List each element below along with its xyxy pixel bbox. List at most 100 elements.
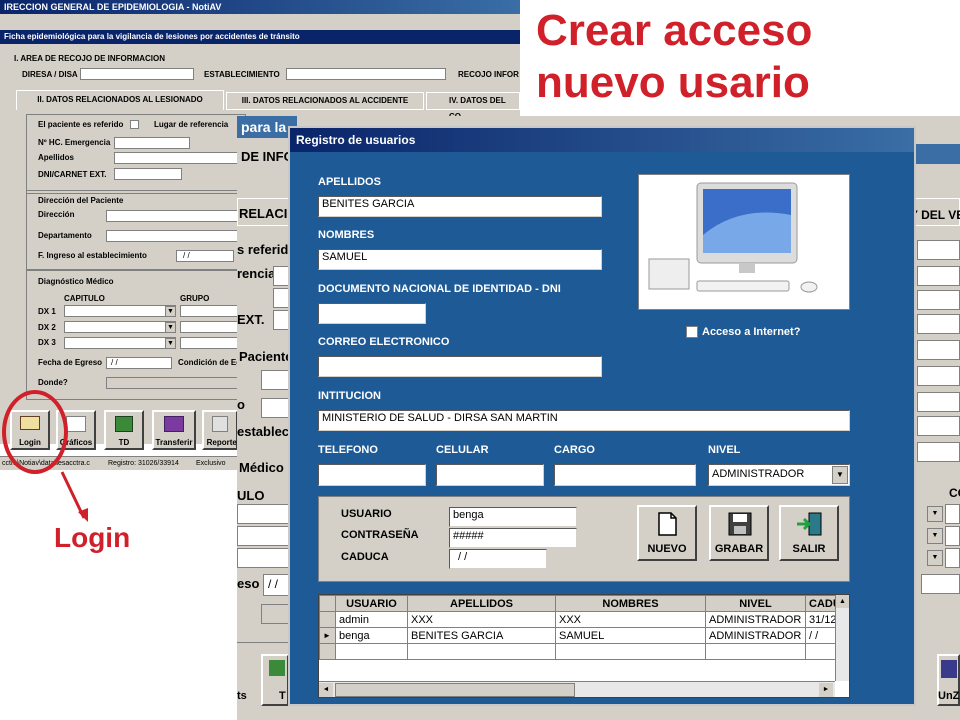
field-fragment[interactable] (237, 548, 289, 568)
scroll-thumb[interactable] (335, 683, 575, 697)
internet-checkbox[interactable] (686, 326, 698, 338)
dx2-grupo-select[interactable] (180, 321, 240, 333)
direccion-input[interactable] (106, 210, 238, 222)
table-row[interactable] (319, 643, 836, 660)
telefono-input[interactable] (318, 464, 426, 486)
field-fragment[interactable] (237, 526, 289, 546)
cell[interactable]: 31/12 (805, 611, 836, 628)
egreso-input-fragment[interactable]: / / (263, 574, 289, 596)
usuario-input[interactable]: benga (449, 507, 577, 527)
field-fragment[interactable] (237, 504, 289, 524)
cell[interactable]: BENITES GARCIA (407, 627, 556, 644)
cell[interactable]: SAMUEL (555, 627, 706, 644)
scroll-up-icon[interactable]: ▲ (836, 595, 849, 608)
cell[interactable]: benga (335, 627, 408, 644)
donde-input[interactable] (106, 377, 240, 389)
chevron-down-icon[interactable]: ▼ (927, 550, 943, 566)
hc-input[interactable] (114, 137, 190, 149)
scroll-left-icon[interactable]: ◄ (319, 683, 333, 697)
field-fragment[interactable] (917, 416, 960, 436)
field-fragment[interactable] (917, 266, 960, 286)
field-fragment[interactable] (917, 290, 960, 310)
apellidos-input[interactable]: BENITES GARCIA (318, 196, 602, 217)
column-header[interactable]: APELLIDOS (407, 595, 556, 612)
fecha-egreso-input[interactable]: / / (106, 357, 172, 369)
cell[interactable] (705, 643, 806, 660)
salir-button[interactable]: SALIR (779, 505, 839, 561)
field-fragment[interactable] (917, 442, 960, 462)
establecimiento-input[interactable] (286, 68, 446, 80)
cell[interactable] (407, 643, 556, 660)
contrasena-input[interactable]: ##### (449, 528, 577, 548)
field-fragment[interactable] (261, 604, 289, 624)
cell[interactable] (555, 643, 706, 660)
field-fragment[interactable] (917, 392, 960, 412)
field-fragment[interactable] (273, 266, 289, 286)
field-fragment[interactable] (945, 548, 960, 568)
nivel-select[interactable]: ADMINISTRADOR (708, 464, 850, 486)
nuevo-button[interactable]: NUEVO (637, 505, 697, 561)
chevron-down-icon[interactable]: ▼ (832, 466, 848, 484)
field-fragment[interactable] (917, 240, 960, 260)
dx3-grupo-select[interactable] (180, 337, 240, 349)
field-fragment[interactable] (921, 574, 960, 594)
celular-input[interactable] (436, 464, 544, 486)
dx3-capitulo-select[interactable] (64, 337, 176, 349)
field-fragment[interactable] (917, 314, 960, 334)
horizontal-scrollbar[interactable]: ◄ ► (319, 681, 835, 697)
reportes-button[interactable]: Reportes (202, 410, 241, 450)
cell[interactable]: XXX (555, 611, 706, 628)
chevron-down-icon[interactable]: ▼ (165, 322, 176, 333)
row-selector[interactable] (319, 611, 336, 628)
caduca-input[interactable]: / / (449, 549, 547, 569)
dni-input[interactable] (114, 168, 182, 180)
table-row[interactable]: ► benga BENITES GARCIA SAMUEL ADMINISTRA… (319, 627, 836, 644)
table-row[interactable]: admin XXX XXX ADMINISTRADOR 31/12 (319, 611, 836, 628)
dx1-capitulo-select[interactable] (64, 305, 176, 317)
field-fragment[interactable] (261, 398, 289, 418)
td-button-fragment[interactable]: T (261, 654, 289, 706)
dni-input[interactable] (318, 303, 426, 324)
field-fragment[interactable] (273, 310, 289, 330)
transferir-button[interactable]: Transferir (152, 410, 196, 450)
current-row-indicator-icon[interactable]: ► (319, 627, 336, 644)
diresa-input[interactable] (80, 68, 194, 80)
column-header[interactable]: NIVEL (705, 595, 806, 612)
field-fragment[interactable] (273, 288, 289, 308)
field-fragment[interactable] (917, 366, 960, 386)
chevron-down-icon[interactable]: ▼ (165, 338, 176, 349)
cell[interactable] (805, 643, 836, 660)
chevron-down-icon[interactable]: ▼ (165, 306, 176, 317)
cell[interactable] (335, 643, 408, 660)
cell[interactable]: ADMINISTRADOR (705, 627, 806, 644)
chevron-down-icon[interactable]: ▼ (927, 528, 943, 544)
nombres-input[interactable]: SAMUEL (318, 249, 602, 270)
departamento-select[interactable] (106, 230, 238, 242)
cell[interactable]: XXX (407, 611, 556, 628)
td-button[interactable]: TD (104, 410, 144, 450)
apellidos-input[interactable] (114, 152, 238, 164)
row-selector[interactable] (319, 643, 336, 660)
column-header[interactable]: USUARIO (335, 595, 408, 612)
field-fragment[interactable] (917, 340, 960, 360)
tab-co[interactable]: IV. DATOS DEL CO (426, 92, 520, 121)
chevron-down-icon[interactable]: ▼ (927, 506, 943, 522)
cell[interactable]: admin (335, 611, 408, 628)
dx1-grupo-select[interactable] (180, 305, 240, 317)
correo-input[interactable] (318, 356, 602, 377)
column-header[interactable]: CADU (805, 595, 836, 612)
grabar-button[interactable]: GRABAR (709, 505, 769, 561)
dx2-capitulo-select[interactable] (64, 321, 176, 333)
scroll-right-icon[interactable]: ► (819, 683, 833, 697)
referido-checkbox[interactable] (130, 120, 139, 129)
field-fragment[interactable] (261, 370, 289, 390)
institucion-input[interactable]: MINISTERIO DE SALUD - DIRSA SAN MARTIN (318, 410, 850, 431)
cell[interactable]: ADMINISTRADOR (705, 611, 806, 628)
column-header[interactable]: NOMBRES (555, 595, 706, 612)
vertical-scrollbar[interactable]: ▲ (835, 595, 849, 681)
cargo-input[interactable] (554, 464, 696, 486)
field-fragment[interactable] (945, 504, 960, 524)
f-ingreso-input[interactable]: / / (176, 250, 234, 262)
field-fragment[interactable] (945, 526, 960, 546)
tab-accidente[interactable]: III. DATOS RELACIONADOS AL ACCIDENTE (226, 92, 424, 110)
